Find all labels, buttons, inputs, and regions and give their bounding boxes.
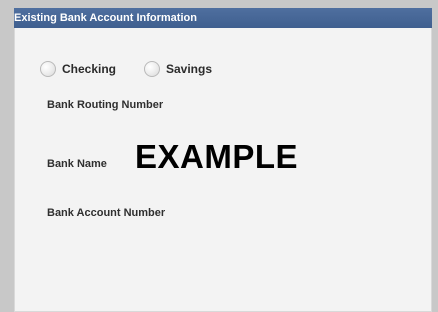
outer-frame: Existing Bank Account Information Checki… — [0, 0, 438, 312]
bank-account-panel: Existing Bank Account Information Checki… — [14, 8, 432, 312]
bank-routing-number-label: Bank Routing Number — [47, 99, 164, 111]
checking-radio-option[interactable]: Checking — [40, 60, 140, 80]
panel-header: Existing Bank Account Information — [14, 8, 432, 28]
panel-title: Existing Bank Account Information — [14, 12, 197, 24]
checking-radio-label[interactable]: Checking — [62, 62, 116, 76]
savings-radio-label[interactable]: Savings — [166, 62, 212, 76]
checking-radio-button[interactable] — [40, 61, 56, 77]
bank-account-number-label: Bank Account Number — [47, 207, 166, 219]
account-type-radio-group: Checking Savings — [40, 60, 280, 80]
bank-name-label: Bank Name — [47, 158, 107, 170]
savings-radio-button[interactable] — [144, 61, 160, 77]
example-overlay-text: EXAMPLE — [135, 138, 299, 175]
savings-radio-option[interactable]: Savings — [144, 60, 254, 80]
